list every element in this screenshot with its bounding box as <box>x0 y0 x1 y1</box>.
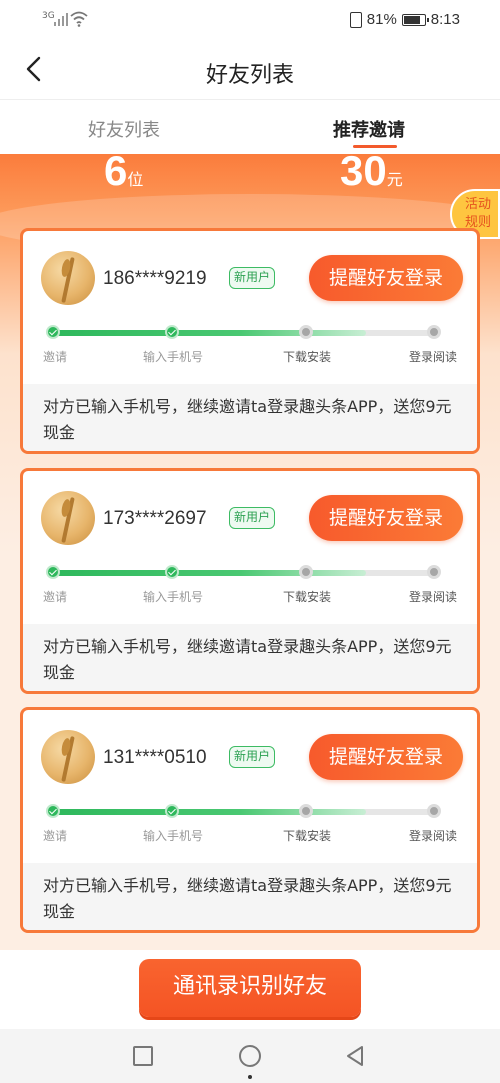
step-label: 邀请 <box>43 590 68 604</box>
remind-login-button[interactable]: 提醒好友登录 <box>309 734 463 780</box>
battery-icon <box>401 13 429 26</box>
avatar <box>41 251 95 305</box>
friend-card-3: 131****0510 新用户 提醒好友登录 邀请 输入手机号 下载安装 登录阅读 对… <box>20 707 480 933</box>
friend-card-2: 173****2697 新用户 提醒好友登录 邀请 输入手机号 下载安装 登录阅读 对… <box>20 468 480 694</box>
step-label: 邀请 <box>43 829 68 843</box>
remind-login-button[interactable]: 提醒好友登录 <box>309 255 463 301</box>
tab-friend-list[interactable]: 好友列表 <box>88 116 160 142</box>
invite-note: 对方已输入手机号，继续邀请ta登录趣头条APP，送您9元现金 <box>23 624 477 691</box>
bottom-action-bar: 通讯录识别好友 <box>0 950 500 1029</box>
avatar <box>41 491 95 545</box>
step-label: 输入手机号 <box>143 829 204 843</box>
wifi-icon <box>70 11 88 27</box>
new-user-badge: 新用户 <box>229 267 276 289</box>
friend-phone: 131****0510 <box>103 747 207 768</box>
step-label: 登录阅读 <box>409 350 458 364</box>
avatar <box>41 730 95 784</box>
step-done-check-icon <box>46 804 60 818</box>
step-pending-dot-icon <box>299 565 313 579</box>
step-label: 下载安装 <box>283 829 332 843</box>
system-nav-bar <box>0 1029 500 1083</box>
friend-phone: 186****9219 <box>103 268 207 289</box>
step-done-check-icon <box>165 325 179 339</box>
signal-icon <box>54 12 68 26</box>
step-label: 登录阅读 <box>409 590 458 604</box>
progress-track <box>53 330 437 336</box>
vibrate-icon <box>349 11 362 28</box>
battery-percent: 81% <box>366 11 397 28</box>
tab-recommend-invite[interactable]: 推荐邀请 <box>333 116 405 148</box>
step-label: 输入手机号 <box>143 590 204 604</box>
tab-label: 推荐邀请 <box>333 120 405 141</box>
progress-fill <box>53 570 366 576</box>
invited-count-unit: 位 <box>127 170 144 189</box>
network-type-label: 3G <box>42 11 55 21</box>
new-user-badge: 新用户 <box>229 746 276 768</box>
reward-amount-unit: 元 <box>386 170 403 189</box>
remind-login-button[interactable]: 提醒好友登录 <box>309 495 463 541</box>
friend-card-1: 186****9219 新用户 提醒好友登录 邀请 输入手机号 下载安装 登录阅读 对… <box>20 228 480 454</box>
step-pending-dot-icon <box>427 565 441 579</box>
square-icon[interactable] <box>133 1046 153 1066</box>
step-label: 登录阅读 <box>409 829 458 843</box>
friend-phone: 173****2697 <box>103 508 207 529</box>
step-label: 下载安装 <box>283 590 332 604</box>
progress-fill <box>53 330 366 336</box>
nav-bar: 好友列表 <box>0 40 500 100</box>
step-label: 邀请 <box>43 350 68 364</box>
tab-bar: 好友列表 推荐邀请 <box>0 100 500 154</box>
invited-count-value: 6 <box>104 147 128 194</box>
step-done-check-icon <box>165 804 179 818</box>
step-pending-dot-icon <box>299 804 313 818</box>
home-indicator-dot <box>248 1075 252 1079</box>
status-bar: 3G 81% 8:13 <box>0 0 500 40</box>
step-pending-dot-icon <box>299 325 313 339</box>
reward-amount-value: 30 <box>340 147 387 194</box>
step-label: 输入手机号 <box>143 350 204 364</box>
invite-note: 对方已输入手机号，继续邀请ta登录趣头条APP，送您9元现金 <box>23 863 477 930</box>
progress-fill <box>53 809 366 815</box>
clock: 8:13 <box>430 11 460 28</box>
step-pending-dot-icon <box>427 325 441 339</box>
reward-amount: 30元 <box>340 150 403 192</box>
progress-track <box>53 809 437 815</box>
step-done-check-icon <box>165 565 179 579</box>
step-label: 下载安装 <box>283 350 332 364</box>
invite-note: 对方已输入手机号，继续邀请ta登录趣头条APP，送您9元现金 <box>23 384 477 451</box>
triangle-left-icon[interactable] <box>343 1044 367 1068</box>
activity-rules-line1: 活动 <box>464 197 491 212</box>
step-done-check-icon <box>46 565 60 579</box>
page-title: 好友列表 <box>205 63 294 88</box>
circle-icon[interactable] <box>239 1045 261 1067</box>
new-user-badge: 新用户 <box>229 507 276 529</box>
step-done-check-icon <box>46 325 60 339</box>
progress-track <box>53 570 437 576</box>
contacts-identify-button[interactable]: 通讯录识别好友 <box>139 959 361 1017</box>
step-pending-dot-icon <box>427 804 441 818</box>
invited-count: 6位 <box>104 150 143 192</box>
